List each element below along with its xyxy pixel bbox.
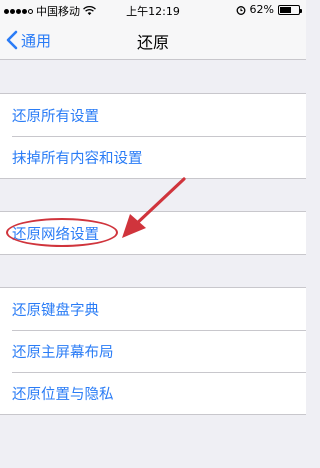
battery-percent: 62% bbox=[249, 3, 274, 16]
status-bar: 中国移动 上午12:19 62% bbox=[0, 0, 306, 20]
reset-keyboard-dictionary-cell[interactable]: 还原键盘字典 bbox=[0, 288, 306, 330]
cell-label: 还原主屏幕布局 bbox=[12, 344, 114, 361]
erase-all-content-cell[interactable]: 抹掉所有内容和设置 bbox=[0, 136, 306, 178]
reset-location-privacy-cell[interactable]: 还原位置与隐私 bbox=[0, 372, 306, 414]
cell-label: 还原键盘字典 bbox=[12, 302, 99, 319]
status-right: 62% bbox=[236, 3, 302, 16]
reset-home-screen-layout-cell[interactable]: 还原主屏幕布局 bbox=[0, 330, 306, 372]
alarm-icon bbox=[236, 5, 245, 15]
red-arrow-icon bbox=[122, 177, 186, 238]
battery-icon bbox=[278, 4, 302, 15]
reset-all-settings-cell[interactable]: 还原所有设置 bbox=[0, 94, 306, 136]
page-title: 还原 bbox=[136, 33, 169, 52]
empty-background bbox=[0, 415, 306, 468]
settings-group-other-resets: 还原键盘字典 还原主屏幕布局 还原位置与隐私 bbox=[0, 287, 306, 415]
cell-label: 抹掉所有内容和设置 bbox=[12, 150, 143, 167]
settings-screen: 中国移动 上午12:19 62% 通用 还原 还原所有设置 抹掉所有内容和设置 … bbox=[0, 0, 306, 468]
cell-label: 还原位置与隐私 bbox=[12, 386, 114, 403]
navigation-bar: 通用 还原 bbox=[0, 20, 306, 60]
settings-group-reset-all: 还原所有设置 抹掉所有内容和设置 bbox=[0, 93, 306, 179]
highlight-ellipse bbox=[6, 218, 118, 247]
cell-label: 还原所有设置 bbox=[12, 108, 99, 125]
battery-fill bbox=[280, 6, 292, 13]
